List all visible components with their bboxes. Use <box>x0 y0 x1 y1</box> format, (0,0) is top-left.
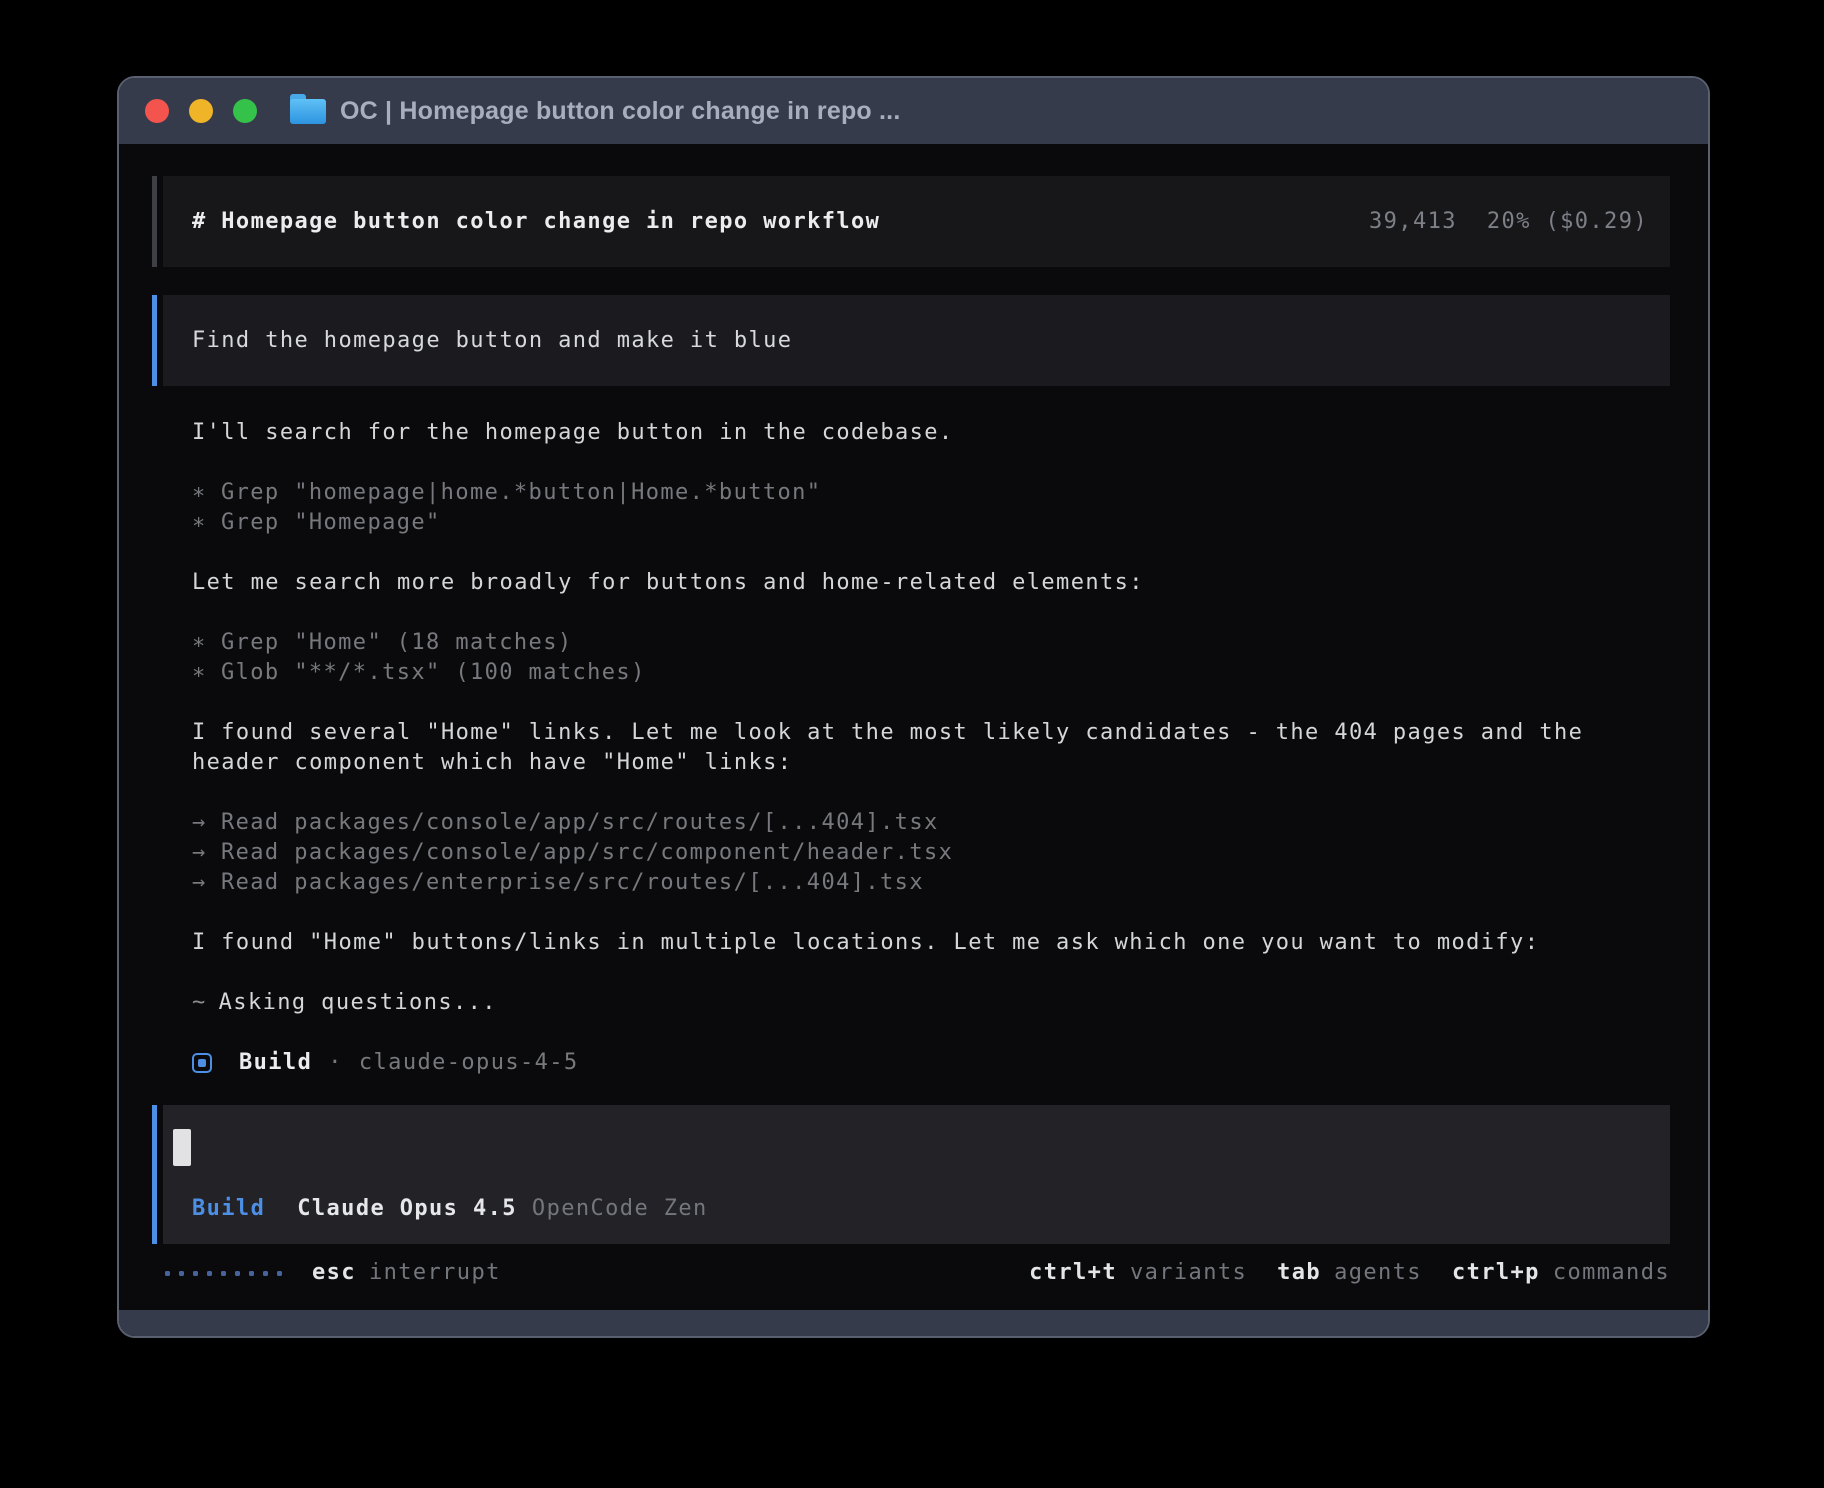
shortcut-label: variants <box>1130 1260 1247 1285</box>
minimize-window-button[interactable] <box>189 99 213 123</box>
tool-call-text: Grep "Homepage" <box>221 510 441 535</box>
spinner-dot <box>263 1271 268 1276</box>
pending-tool-status: ~ Asking questions... <box>192 988 1670 1018</box>
agent-separator: · <box>328 1048 343 1078</box>
shortcut-label: commands <box>1553 1260 1670 1285</box>
assistant-paragraph: I found several "Home" links. Let me loo… <box>192 718 1670 778</box>
status-bar-right: ctrl+t variants tab agents ctrl+p commands <box>1029 1258 1670 1288</box>
session-header-bar <box>152 176 157 267</box>
token-count: 39,413 <box>1369 209 1457 234</box>
tool-call-text: Read packages/console/app/src/component/… <box>221 840 953 865</box>
input-provider-label: OpenCode Zen <box>532 1196 708 1221</box>
folder-icon <box>290 99 326 124</box>
read-arrow-icon: → <box>192 868 209 898</box>
agent-build-icon <box>192 1053 212 1073</box>
tool-call-group: ∗ Grep "Home" (18 matches) ∗ Glob "**/*.ts… <box>192 628 1670 688</box>
assistant-text: I'll search for the homepage button in t… <box>192 418 1670 448</box>
spinner-dot <box>193 1271 198 1276</box>
assistant-paragraph: Let me search more broadly for buttons a… <box>192 568 1670 598</box>
assistant-paragraph: I'll search for the homepage button in t… <box>192 418 1670 448</box>
input-model-label: Claude Opus 4.5 <box>297 1196 517 1221</box>
input-agent-label: Build <box>192 1196 265 1221</box>
agent-model: claude-opus-4-5 <box>359 1048 579 1078</box>
tool-call-glob: ∗ Glob "**/*.tsx" (100 matches) <box>192 658 1670 688</box>
tool-call-grep: ∗ Grep "homepage|home.*button|Home.*butto… <box>192 478 1670 508</box>
shortcut-agents: tab agents <box>1277 1258 1422 1288</box>
agent-info-row: Build · claude-opus-4-5 <box>192 1048 1670 1078</box>
shortcut-variants: ctrl+t variants <box>1029 1258 1247 1288</box>
tool-call-read: → Read packages/console/app/src/routes/[.… <box>192 808 1670 838</box>
session-header: # Homepage button color change in repo w… <box>152 176 1670 267</box>
model-info-row: Build Claude Opus 4.5 OpenCode Zen <box>192 1194 708 1224</box>
prompt-input-bar <box>152 1105 157 1244</box>
tool-call-read: → Read packages/console/app/src/component… <box>192 838 1670 868</box>
spinner-dot <box>277 1271 282 1276</box>
spinner-dot <box>165 1271 170 1276</box>
desktop: OC | Homepage button color change in rep… <box>0 0 1824 1488</box>
tool-call-text: Read packages/enterprise/src/routes/[...… <box>221 870 924 895</box>
session-stats: 39,413 20% ($0.29) <box>1369 207 1648 237</box>
tool-call-grep: ∗ Grep "Homepage" <box>192 508 1670 538</box>
assistant-text: I found "Home" buttons/links in multiple… <box>192 928 1670 958</box>
window-titlebar[interactable]: OC | Homepage button color change in rep… <box>119 78 1708 144</box>
user-message-text: Find the homepage button and make it blu… <box>192 326 792 356</box>
working-spinner-dots <box>165 1271 282 1276</box>
tool-call-grep: ∗ Grep "Home" (18 matches) <box>192 628 1670 658</box>
shortcut-key: ctrl+p <box>1452 1260 1540 1285</box>
user-message-bar <box>152 295 157 386</box>
shortcut-label: interrupt <box>369 1260 501 1285</box>
tool-call-text: Glob "**/*.tsx" (100 matches) <box>221 660 646 685</box>
pending-tool-text: Asking questions... <box>219 990 497 1015</box>
tool-call-group: ∗ Grep "homepage|home.*button|Home.*butto… <box>192 478 1670 538</box>
tool-call-text: Grep "Home" (18 matches) <box>221 630 572 655</box>
terminal-content[interactable]: # Homepage button color change in repo w… <box>119 144 1708 1310</box>
zoom-window-button[interactable] <box>233 99 257 123</box>
assistant-text: header component which have "Home" links… <box>192 748 1670 778</box>
shortcut-commands: ctrl+p commands <box>1452 1258 1670 1288</box>
spinner-dot <box>221 1271 226 1276</box>
session-header-body: # Homepage button color change in repo w… <box>163 176 1670 267</box>
tool-marker-icon: ∗ <box>192 508 209 538</box>
shortcut-label: agents <box>1334 1260 1422 1285</box>
user-message: Find the homepage button and make it blu… <box>152 295 1670 386</box>
pending-marker-icon: ~ <box>192 990 207 1015</box>
window-title: OC | Homepage button color change in rep… <box>340 97 900 126</box>
spinner-dot <box>235 1271 240 1276</box>
spinner-dot <box>207 1271 212 1276</box>
window-bottom-chrome <box>119 1310 1708 1336</box>
tool-marker-icon: ∗ <box>192 628 209 658</box>
terminal-window: OC | Homepage button color change in rep… <box>117 76 1710 1338</box>
tool-marker-icon: ∗ <box>192 658 209 688</box>
spinner-dot <box>249 1271 254 1276</box>
spinner-dot <box>179 1271 184 1276</box>
close-window-button[interactable] <box>145 99 169 123</box>
tool-call-text: Read packages/console/app/src/routes/[..… <box>221 810 939 835</box>
status-bar-left: esc interrupt <box>165 1258 501 1288</box>
status-bar: esc interrupt ctrl+t variants tab agents ct… <box>165 1258 1670 1288</box>
tool-call-group: → Read packages/console/app/src/routes/[.… <box>192 808 1670 898</box>
read-arrow-icon: → <box>192 808 209 838</box>
tool-call-read: → Read packages/enterprise/src/routes/[..… <box>192 868 1670 898</box>
prompt-input[interactable]: Build Claude Opus 4.5 OpenCode Zen <box>152 1105 1670 1244</box>
prompt-input-body[interactable]: Build Claude Opus 4.5 OpenCode Zen <box>163 1105 1670 1244</box>
text-cursor <box>173 1129 191 1166</box>
traffic-lights <box>145 99 257 123</box>
read-arrow-icon: → <box>192 838 209 868</box>
tool-call-text: Grep "homepage|home.*button|Home.*button… <box>221 480 821 505</box>
user-message-body: Find the homepage button and make it blu… <box>163 295 1670 386</box>
shortcut-key: ctrl+t <box>1029 1260 1117 1285</box>
shortcut-key: tab <box>1277 1260 1321 1285</box>
assistant-text: I found several "Home" links. Let me loo… <box>192 718 1670 748</box>
agent-name: Build <box>239 1048 312 1078</box>
shortcut-esc: esc interrupt <box>312 1258 501 1288</box>
session-title: # Homepage button color change in repo w… <box>192 207 880 237</box>
shortcut-key: esc <box>312 1260 356 1285</box>
context-cost: 20% ($0.29) <box>1487 209 1648 234</box>
assistant-text: Let me search more broadly for buttons a… <box>192 568 1670 598</box>
tool-marker-icon: ∗ <box>192 478 209 508</box>
pending-tool-line: ~ Asking questions... <box>192 988 1670 1018</box>
assistant-paragraph: I found "Home" buttons/links in multiple… <box>192 928 1670 958</box>
